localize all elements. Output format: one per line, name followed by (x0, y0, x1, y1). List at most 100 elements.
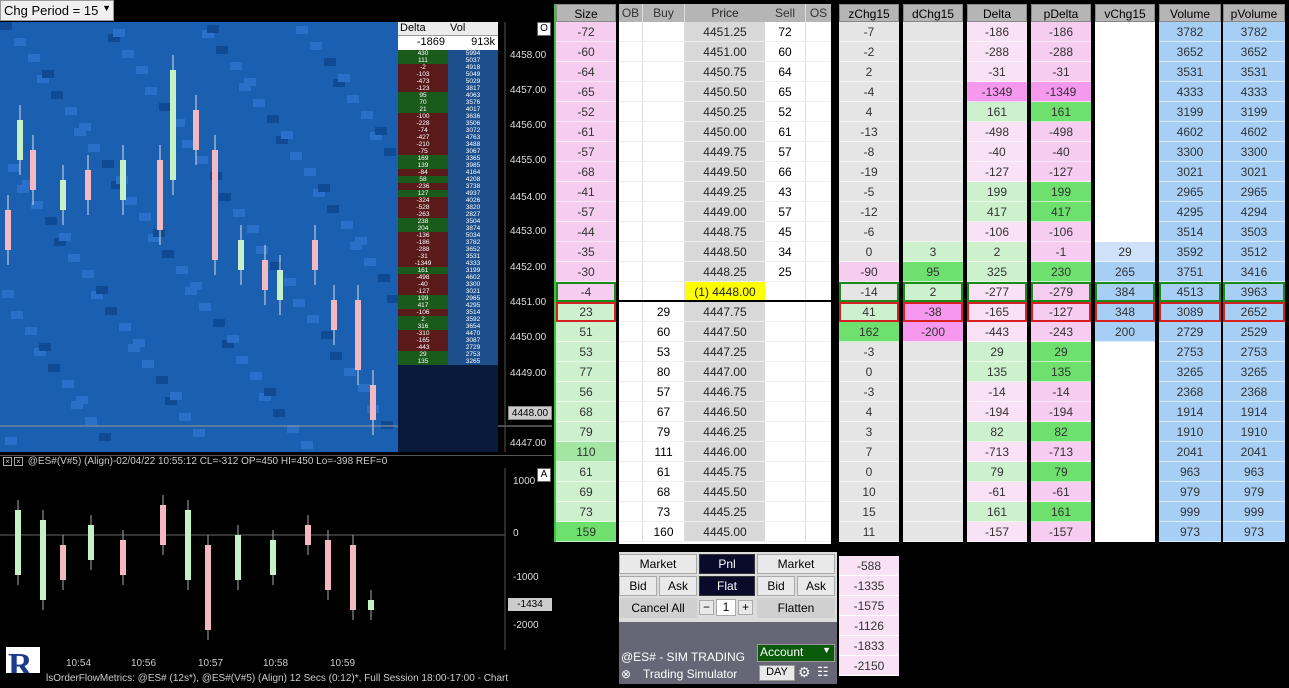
os-cell[interactable] (805, 182, 831, 201)
close-icon[interactable]: × (14, 457, 23, 466)
sell-cell[interactable] (765, 302, 805, 321)
ladder-row[interactable]: 53 4447.25 (619, 342, 831, 362)
ob-cell[interactable] (619, 302, 643, 321)
qty-plus-button[interactable]: + (738, 600, 753, 615)
buy-cell[interactable] (643, 182, 685, 201)
bid-sell-button[interactable]: Bid (757, 576, 795, 596)
buy-header[interactable]: Buy (643, 4, 685, 22)
ladder-row[interactable]: 61 4445.75 (619, 462, 831, 482)
os-cell[interactable] (805, 382, 831, 401)
ladder-row[interactable]: 73 4445.25 (619, 502, 831, 522)
ladder-row[interactable]: 80 4447.00 (619, 362, 831, 382)
buy-cell[interactable]: 79 (643, 422, 685, 441)
sell-cell[interactable] (765, 342, 805, 361)
os-cell[interactable] (805, 82, 831, 101)
os-cell[interactable] (805, 302, 831, 321)
os-cell[interactable] (805, 262, 831, 281)
sell-cell[interactable] (765, 522, 805, 541)
buy-cell[interactable] (643, 142, 685, 161)
ob-cell[interactable] (619, 162, 643, 181)
os-cell[interactable] (805, 442, 831, 461)
ladder-row[interactable]: 160 4445.00 (619, 522, 831, 542)
ladder-row[interactable]: 29 4447.75 (619, 302, 831, 322)
buy-cell[interactable]: 60 (643, 322, 685, 341)
sell-cell[interactable]: 65 (765, 82, 805, 101)
sell-cell[interactable] (765, 322, 805, 341)
ob-cell[interactable] (619, 42, 643, 61)
price-ladder[interactable]: OB Buy Price Sell OS 4451.25 72 4451.00 60 4450.7… (619, 4, 831, 544)
sell-cell[interactable] (765, 462, 805, 481)
ladder-row[interactable]: 4450.75 64 (619, 62, 831, 82)
os-cell[interactable] (805, 322, 831, 341)
buy-cell[interactable]: 53 (643, 342, 685, 361)
ladder-row[interactable]: 4448.75 45 (619, 222, 831, 242)
ob-cell[interactable] (619, 62, 643, 81)
ob-cell[interactable] (619, 522, 643, 541)
os-cell[interactable] (805, 422, 831, 441)
buy-cell[interactable] (643, 102, 685, 121)
pvolume-header[interactable]: pVolume (1223, 4, 1285, 22)
ob-cell[interactable] (619, 202, 643, 221)
ladder-row[interactable]: 4450.25 52 (619, 102, 831, 122)
price-header[interactable]: Price (685, 4, 765, 22)
sell-cell[interactable]: 34 (765, 242, 805, 261)
size-header[interactable]: Size (556, 4, 616, 22)
ob-cell[interactable] (619, 422, 643, 441)
ob-cell[interactable] (619, 242, 643, 261)
ob-cell[interactable] (619, 482, 643, 501)
ladder-row[interactable]: 4451.00 60 (619, 42, 831, 62)
sell-cell[interactable] (765, 402, 805, 421)
os-cell[interactable] (805, 122, 831, 141)
os-cell[interactable] (805, 62, 831, 81)
buy-cell[interactable]: 73 (643, 502, 685, 521)
ob-cell[interactable] (619, 82, 643, 101)
ob-cell[interactable] (619, 462, 643, 481)
ladder-row[interactable]: 4449.00 57 (619, 202, 831, 222)
os-cell[interactable] (805, 482, 831, 501)
buy-cell[interactable]: 61 (643, 462, 685, 481)
market-sell-button[interactable]: Market (757, 554, 835, 574)
buy-cell[interactable]: 111 (643, 442, 685, 461)
sell-cell[interactable]: 43 (765, 182, 805, 201)
change-period-dropdown[interactable]: Chg Period = 15 ▼ (0, 0, 114, 21)
sell-header[interactable]: Sell (765, 4, 805, 22)
buy-cell[interactable] (643, 82, 685, 101)
sell-cell[interactable]: 57 (765, 142, 805, 161)
os-cell[interactable] (805, 282, 831, 300)
sell-cell[interactable]: 72 (765, 22, 805, 41)
sell-cell[interactable] (765, 382, 805, 401)
vchg-header[interactable]: vChg15 (1095, 4, 1155, 22)
os-cell[interactable] (805, 522, 831, 541)
close-icon[interactable]: × (3, 457, 12, 466)
market-buy-button[interactable]: Market (619, 554, 697, 574)
ob-cell[interactable] (619, 282, 643, 300)
buy-cell[interactable]: 80 (643, 362, 685, 381)
os-cell[interactable] (805, 162, 831, 181)
ob-cell[interactable] (619, 222, 643, 241)
buy-cell[interactable]: 160 (643, 522, 685, 541)
quantity-input[interactable]: 1 (716, 599, 736, 616)
ladder-row[interactable]: 68 4445.50 (619, 482, 831, 502)
os-header[interactable]: OS (805, 4, 831, 22)
ladder-row[interactable]: 60 4447.50 (619, 322, 831, 342)
ask-sell-button[interactable]: Ask (797, 576, 835, 596)
bid-buy-button[interactable]: Bid (619, 576, 657, 596)
sell-cell[interactable]: 64 (765, 62, 805, 81)
os-cell[interactable] (805, 362, 831, 381)
ob-cell[interactable] (619, 102, 643, 121)
os-cell[interactable] (805, 202, 831, 221)
buy-cell[interactable] (643, 222, 685, 241)
ob-cell[interactable] (619, 502, 643, 521)
flatten-button[interactable]: Flatten (757, 598, 835, 618)
os-cell[interactable] (805, 42, 831, 61)
buy-cell[interactable] (643, 262, 685, 281)
ladder-row[interactable]: 4451.25 72 (619, 22, 831, 42)
buy-cell[interactable] (643, 122, 685, 141)
ob-header[interactable]: OB (619, 4, 643, 22)
buy-cell[interactable]: 57 (643, 382, 685, 401)
ladder-row[interactable]: (1) 4448.00 (619, 282, 831, 302)
sell-cell[interactable]: 45 (765, 222, 805, 241)
gear-icon[interactable]: ⚙ (798, 664, 811, 681)
ob-cell[interactable] (619, 402, 643, 421)
ob-cell[interactable] (619, 322, 643, 341)
